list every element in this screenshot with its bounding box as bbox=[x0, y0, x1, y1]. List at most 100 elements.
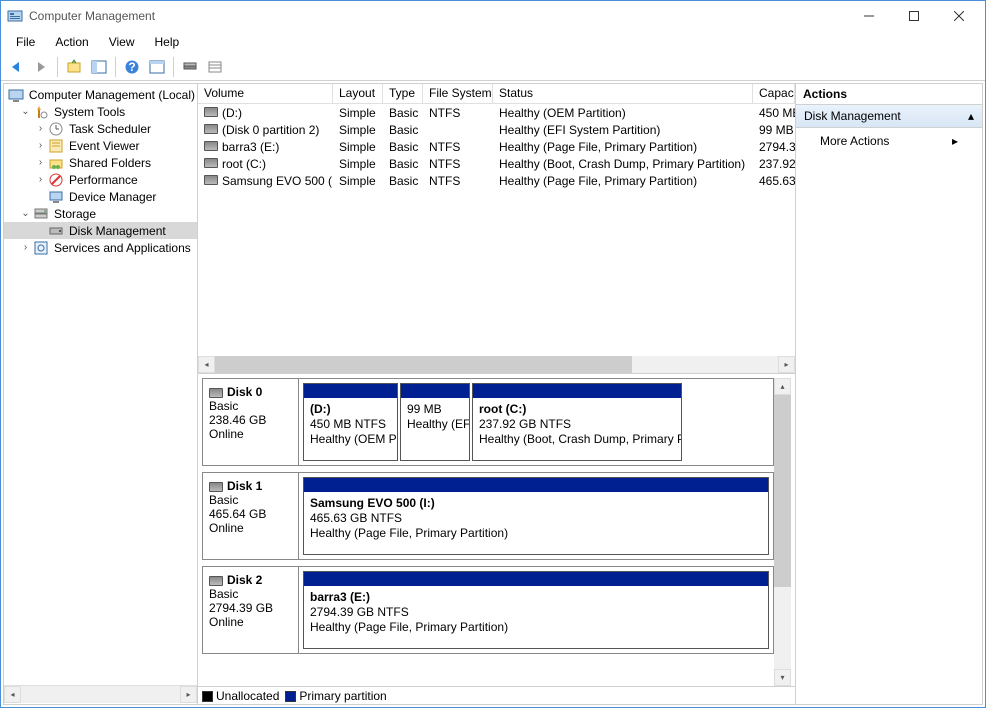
menu-help[interactable]: Help bbox=[146, 33, 189, 51]
tree-horizontal-scrollbar[interactable]: ◂ ▸ bbox=[4, 685, 197, 702]
expand-icon[interactable]: › bbox=[34, 157, 47, 168]
toolbar-separator bbox=[57, 57, 58, 77]
scroll-right-icon[interactable]: ▸ bbox=[778, 356, 795, 373]
help-button[interactable]: ? bbox=[121, 56, 143, 78]
column-volume[interactable]: Volume bbox=[198, 84, 333, 104]
partition[interactable]: root (C:)237.92 GB NTFSHealthy (Boot, Cr… bbox=[472, 383, 682, 461]
column-capacity[interactable]: Capacity bbox=[753, 84, 795, 104]
tree-shared-folders[interactable]: › Shared Folders bbox=[4, 154, 197, 171]
menu-action[interactable]: Action bbox=[46, 33, 97, 51]
partition[interactable]: Samsung EVO 500 (I:)465.63 GB NTFSHealth… bbox=[303, 477, 769, 555]
list-button[interactable] bbox=[204, 56, 226, 78]
shared-folder-icon bbox=[48, 155, 64, 171]
disk-info: Disk 1Basic465.64 GBOnline bbox=[203, 473, 299, 559]
column-type[interactable]: Type bbox=[383, 84, 423, 104]
expand-icon[interactable]: › bbox=[34, 140, 47, 151]
column-layout[interactable]: Layout bbox=[333, 84, 383, 104]
partition[interactable]: (D:)450 MB NTFSHealthy (OEM Partition) bbox=[303, 383, 398, 461]
volume-icon bbox=[204, 107, 218, 117]
content-area: Computer Management (Local) ⌄ System Too… bbox=[3, 83, 983, 705]
scrollbar-track[interactable] bbox=[215, 356, 778, 373]
collapse-icon[interactable]: ⌄ bbox=[19, 106, 32, 117]
close-button[interactable] bbox=[936, 2, 981, 31]
collapse-icon[interactable]: ⌄ bbox=[19, 208, 32, 219]
toolbar-separator bbox=[115, 57, 116, 77]
column-status[interactable]: Status bbox=[493, 84, 753, 104]
volume-horizontal-scrollbar[interactable]: ◂ ▸ bbox=[198, 356, 795, 373]
scrollbar-track[interactable] bbox=[774, 395, 791, 669]
volume-icon bbox=[204, 124, 218, 134]
maximize-button[interactable] bbox=[891, 2, 936, 31]
partition-bar bbox=[473, 384, 681, 398]
legend-unallocated: Unallocated bbox=[202, 689, 279, 703]
volume-icon bbox=[204, 158, 218, 168]
expand-icon[interactable]: › bbox=[34, 123, 47, 134]
scroll-left-icon[interactable]: ◂ bbox=[198, 356, 215, 373]
disk-block[interactable]: Disk 0Basic238.46 GBOnline(D:)450 MB NTF… bbox=[202, 378, 774, 466]
tree-storage[interactable]: ⌄ Storage bbox=[4, 205, 197, 222]
menu-file[interactable]: File bbox=[7, 33, 44, 51]
actions-more-actions[interactable]: More Actions ▸ bbox=[796, 128, 982, 154]
tree-event-viewer[interactable]: › Event Viewer bbox=[4, 137, 197, 154]
submenu-arrow-icon: ▸ bbox=[952, 134, 958, 148]
disk-partitions: barra3 (E:)2794.39 GB NTFSHealthy (Page … bbox=[299, 567, 773, 653]
view-settings-button[interactable] bbox=[146, 56, 168, 78]
expand-icon[interactable]: › bbox=[34, 174, 47, 185]
scrollbar-thumb[interactable] bbox=[774, 395, 791, 587]
disk-icon bbox=[209, 388, 223, 398]
tree-system-tools[interactable]: ⌄ System Tools bbox=[4, 103, 197, 120]
scroll-right-icon[interactable]: ▸ bbox=[180, 686, 197, 703]
volume-row[interactable]: (Disk 0 partition 2)SimpleBasicHealthy (… bbox=[198, 121, 795, 138]
tree-device-manager[interactable]: Device Manager bbox=[4, 188, 197, 205]
graphical-vertical-scrollbar[interactable]: ▴ ▾ bbox=[774, 378, 791, 686]
scrollbar-track[interactable] bbox=[21, 686, 180, 703]
scroll-left-icon[interactable]: ◂ bbox=[4, 686, 21, 703]
properties-button[interactable] bbox=[179, 56, 201, 78]
menu-view[interactable]: View bbox=[100, 33, 144, 51]
disk-info: Disk 0Basic238.46 GBOnline bbox=[203, 379, 299, 465]
titlebar: Computer Management bbox=[1, 1, 985, 31]
scroll-up-icon[interactable]: ▴ bbox=[774, 378, 791, 395]
actions-header: Actions bbox=[796, 84, 982, 105]
show-hide-tree-button[interactable] bbox=[88, 56, 110, 78]
expand-icon[interactable]: › bbox=[19, 242, 32, 253]
navigation-tree[interactable]: Computer Management (Local) ⌄ System Too… bbox=[4, 86, 197, 685]
disk-block[interactable]: Disk 2Basic2794.39 GBOnlinebarra3 (E:)27… bbox=[202, 566, 774, 654]
menubar: File Action View Help bbox=[1, 31, 985, 53]
event-viewer-icon bbox=[48, 138, 64, 154]
minimize-button[interactable] bbox=[846, 2, 891, 31]
tree-root[interactable]: Computer Management (Local) bbox=[4, 86, 197, 103]
volume-row[interactable]: root (C:)SimpleBasicNTFSHealthy (Boot, C… bbox=[198, 155, 795, 172]
volume-row[interactable]: Samsung EVO 500 (I:)SimpleBasicNTFSHealt… bbox=[198, 172, 795, 189]
tree-performance[interactable]: › Performance bbox=[4, 171, 197, 188]
partition-bar bbox=[401, 384, 469, 398]
forward-button[interactable] bbox=[30, 56, 52, 78]
tree-panel: Computer Management (Local) ⌄ System Too… bbox=[4, 84, 198, 704]
volume-list-header: Volume Layout Type File System Status Ca… bbox=[198, 84, 795, 104]
scrollbar-thumb[interactable] bbox=[215, 356, 632, 373]
back-button[interactable] bbox=[5, 56, 27, 78]
partition[interactable]: barra3 (E:)2794.39 GB NTFSHealthy (Page … bbox=[303, 571, 769, 649]
up-button[interactable] bbox=[63, 56, 85, 78]
volume-row[interactable]: (D:)SimpleBasicNTFSHealthy (OEM Partitio… bbox=[198, 104, 795, 121]
volume-row[interactable]: barra3 (E:)SimpleBasicNTFSHealthy (Page … bbox=[198, 138, 795, 155]
svg-text:?: ? bbox=[128, 60, 135, 74]
partition[interactable]: 99 MBHealthy (EFI System Partition) bbox=[400, 383, 470, 461]
primary-swatch-icon bbox=[285, 691, 296, 702]
disk-block[interactable]: Disk 1Basic465.64 GBOnlineSamsung EVO 50… bbox=[202, 472, 774, 560]
unallocated-swatch-icon bbox=[202, 691, 213, 702]
tree-task-scheduler[interactable]: › Task Scheduler bbox=[4, 120, 197, 137]
tree-services[interactable]: › Services and Applications bbox=[4, 239, 197, 256]
computer-icon bbox=[8, 87, 24, 103]
volume-list-body[interactable]: (D:)SimpleBasicNTFSHealthy (OEM Partitio… bbox=[198, 104, 795, 356]
column-filesystem[interactable]: File System bbox=[423, 84, 493, 104]
disk-layout-view[interactable]: Disk 0Basic238.46 GBOnline(D:)450 MB NTF… bbox=[202, 378, 774, 686]
main-panel: Volume Layout Type File System Status Ca… bbox=[198, 84, 796, 704]
tree-disk-management[interactable]: Disk Management bbox=[4, 222, 197, 239]
storage-icon bbox=[33, 206, 49, 222]
legend: Unallocated Primary partition bbox=[198, 686, 795, 704]
scroll-down-icon[interactable]: ▾ bbox=[774, 669, 791, 686]
tools-icon bbox=[33, 104, 49, 120]
partition-bar bbox=[304, 478, 768, 492]
actions-section-disk-management[interactable]: Disk Management ▴ bbox=[796, 105, 982, 128]
